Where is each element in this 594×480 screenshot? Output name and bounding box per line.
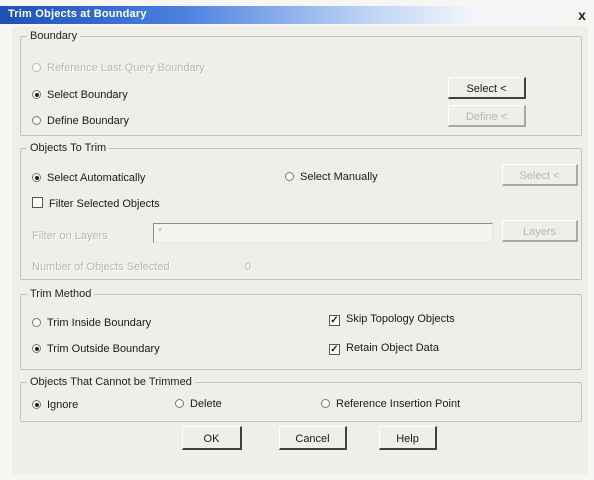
window-title: Trim Objects at Boundary <box>8 8 147 20</box>
radio-label: Trim Outside Boundary <box>47 343 160 355</box>
radio-label: Reference Insertion Point <box>336 398 461 410</box>
radio-label: Select Boundary <box>47 89 128 101</box>
boundary-legend: Boundary <box>30 30 78 42</box>
radio-icon <box>32 173 41 182</box>
radio-icon <box>32 318 41 327</box>
number-selected-value: 0 <box>245 261 252 273</box>
ok-button[interactable]: OK <box>182 426 242 450</box>
filter-on-layers-field: * <box>153 223 493 243</box>
select-objects-button: Select < <box>502 164 578 186</box>
radio-icon <box>285 172 294 181</box>
radio-icon <box>175 399 184 408</box>
define-boundary-button: Define < <box>448 105 526 127</box>
dialog-body: Boundary Reference Last Query Boundary S… <box>12 26 588 474</box>
filter-selected-objects-checkbox[interactable]: Filter Selected Objects <box>32 197 160 210</box>
radio-define-boundary[interactable]: Define Boundary <box>32 115 129 127</box>
radio-select-manually[interactable]: Select Manually <box>285 171 378 183</box>
checkbox-label: Retain Object Data <box>346 342 439 354</box>
radio-icon <box>32 400 41 409</box>
radio-icon <box>32 116 41 125</box>
checkmark-icon: ✓ <box>329 315 340 326</box>
trim-method-legend: Trim Method <box>30 288 92 300</box>
checkmark-icon: ✓ <box>329 344 340 355</box>
radio-label: Delete <box>190 398 222 410</box>
radio-label: Reference Last Query Boundary <box>47 62 205 74</box>
radio-delete[interactable]: Delete <box>175 398 222 410</box>
radio-select-automatically[interactable]: Select Automatically <box>32 172 145 184</box>
radio-trim-outside[interactable]: Trim Outside Boundary <box>32 343 160 355</box>
checkbox-icon <box>32 197 43 208</box>
cannot-trim-group: Objects That Cannot be Trimmed <box>20 376 582 422</box>
radio-icon <box>32 63 41 72</box>
radio-label: Select Automatically <box>47 172 146 184</box>
radio-label: Trim Inside Boundary <box>47 317 152 329</box>
filter-on-layers-value: * <box>158 226 163 238</box>
radio-icon <box>321 399 330 408</box>
radio-label: Select Manually <box>300 171 378 183</box>
close-icon[interactable]: x <box>574 6 590 24</box>
skip-topology-checkbox[interactable]: ✓ Skip Topology Objects <box>329 313 455 326</box>
radio-icon <box>32 344 41 353</box>
radio-icon <box>32 90 41 99</box>
filter-on-layers-label: Filter on Layers <box>32 230 108 242</box>
retain-object-data-checkbox[interactable]: ✓ Retain Object Data <box>329 342 439 355</box>
cancel-button[interactable]: Cancel <box>279 426 347 450</box>
help-button[interactable]: Help <box>379 426 437 450</box>
objects-to-trim-group: Objects To Trim <box>20 142 582 280</box>
cannot-trim-legend: Objects That Cannot be Trimmed <box>30 376 192 388</box>
radio-select-boundary[interactable]: Select Boundary <box>32 89 128 101</box>
number-selected-label: Number of Objects Selected <box>32 261 170 273</box>
trim-method-group: Trim Method <box>20 288 582 370</box>
objects-to-trim-legend: Objects To Trim <box>30 142 107 154</box>
radio-label: Define Boundary <box>47 115 129 127</box>
radio-label: Ignore <box>47 399 79 411</box>
checkbox-label: Filter Selected Objects <box>49 198 160 210</box>
radio-reference-last-query: Reference Last Query Boundary <box>32 62 205 74</box>
radio-ignore[interactable]: Ignore <box>32 399 78 411</box>
checkbox-label: Skip Topology Objects <box>346 313 455 325</box>
radio-reference-insertion-point[interactable]: Reference Insertion Point <box>321 398 460 410</box>
radio-trim-inside[interactable]: Trim Inside Boundary <box>32 317 151 329</box>
layers-button: Layers <box>502 220 578 242</box>
select-boundary-button[interactable]: Select < <box>448 77 526 99</box>
title-bar[interactable]: Trim Objects at Boundary x <box>0 6 594 24</box>
